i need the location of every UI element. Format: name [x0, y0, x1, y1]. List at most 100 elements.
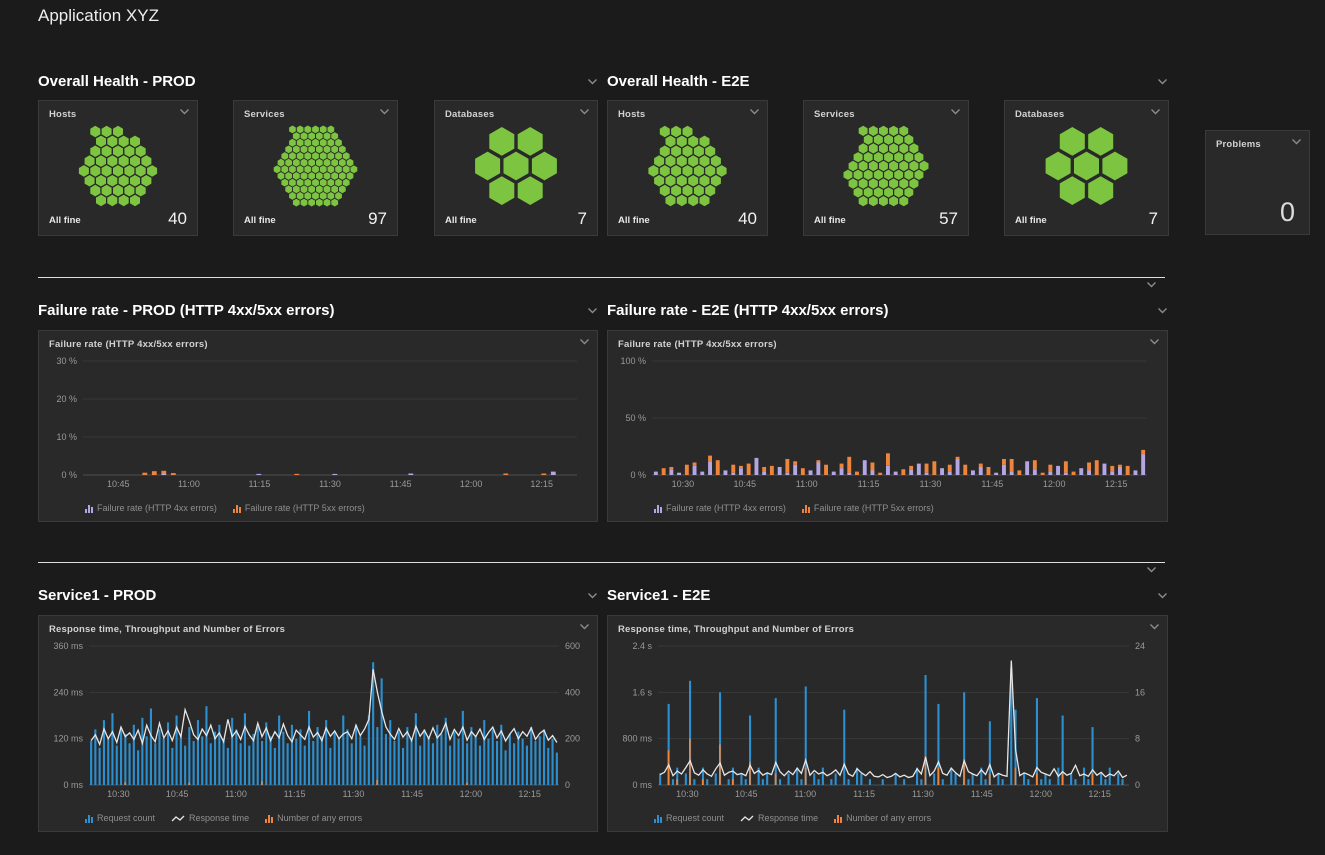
svg-text:12:15: 12:15: [530, 479, 553, 489]
honeycomb-chart[interactable]: [441, 125, 591, 207]
svg-text:12:00: 12:00: [1029, 789, 1052, 799]
tile-title: Failure rate (HTTP 4xx/5xx errors): [49, 339, 208, 350]
chevron-down-icon[interactable]: [1157, 307, 1168, 314]
failure-rate-prod-chart[interactable]: 0 %10 %20 %30 %10:4511:0011:1511:3011:45…: [43, 355, 593, 491]
section-header-overall-health-prod: Overall Health - PROD: [38, 71, 598, 91]
honeycomb-svg: [240, 125, 391, 207]
chart-legend: Failure rate (HTTP 4xx errors) Failure ra…: [85, 503, 365, 513]
section-header-service1-e2e: Service1 - E2E: [607, 585, 1168, 605]
honeycomb-chart[interactable]: [240, 125, 391, 207]
problems-count: 0: [1280, 197, 1295, 228]
service1-e2e-chart[interactable]: 0 ms800 ms1.6 s2.4 s08162410:3010:4511:0…: [612, 640, 1163, 801]
chevron-down-icon[interactable]: [950, 108, 961, 115]
svg-text:0 ms: 0 ms: [63, 780, 83, 790]
entity-count: 7: [578, 209, 587, 229]
section-title: Failure rate - E2E (HTTP 4xx/5xx errors): [607, 302, 889, 319]
svg-text:11:15: 11:15: [248, 479, 270, 489]
svg-text:10:30: 10:30: [672, 479, 695, 489]
svg-text:24: 24: [1135, 641, 1145, 651]
svg-text:11:45: 11:45: [971, 789, 993, 799]
legend-item[interactable]: Request count: [85, 813, 155, 823]
legend-item[interactable]: Failure rate (HTTP 5xx errors): [802, 503, 934, 513]
health-tile-services-prod[interactable]: Services All fine 97: [233, 100, 398, 236]
svg-text:12:15: 12:15: [518, 789, 541, 799]
chevron-down-icon[interactable]: [379, 108, 390, 115]
chart-tile-failure-prod[interactable]: Failure rate (HTTP 4xx/5xx errors) 0 % 10…: [38, 330, 598, 522]
chevron-down-icon[interactable]: [179, 108, 190, 115]
chart-tile-failure-e2e[interactable]: Failure rate (HTTP 4xx/5xx errors) 0 %50…: [607, 330, 1168, 522]
svg-text:360 ms: 360 ms: [53, 641, 83, 651]
chart-tile-service1-prod[interactable]: Response time, Throughput and Number of …: [38, 615, 598, 832]
legend-label: Request count: [97, 813, 155, 823]
chevron-down-icon[interactable]: [1291, 138, 1302, 145]
svg-text:0 %: 0 %: [630, 470, 646, 480]
svg-text:10:45: 10:45: [107, 479, 130, 489]
chart-canvas[interactable]: 0 %50 %100 %10:3010:4511:0011:1511:3011:…: [612, 355, 1163, 491]
chart-tile-service1-e2e[interactable]: Response time, Throughput and Number of …: [607, 615, 1168, 832]
health-tile-hosts-e2e[interactable]: Hosts All fine 40: [607, 100, 768, 236]
chevron-down-icon[interactable]: [1146, 566, 1157, 573]
status-text: All fine: [445, 215, 477, 226]
chevron-down-icon[interactable]: [579, 623, 590, 630]
chart-canvas[interactable]: 0 ms120 ms240 ms360 ms020040060010:3010:…: [43, 640, 593, 801]
chevron-down-icon[interactable]: [579, 338, 590, 345]
svg-text:0 %: 0 %: [61, 470, 77, 480]
legend-item[interactable]: Failure rate (HTTP 4xx errors): [85, 503, 217, 513]
entity-count: 7: [1149, 209, 1158, 229]
section-header-failure-prod: Failure rate - PROD (HTTP 4xx/5xx errors…: [38, 300, 598, 320]
svg-text:12:00: 12:00: [460, 479, 483, 489]
honeycomb-chart[interactable]: [45, 125, 191, 207]
chevron-down-icon[interactable]: [1149, 623, 1160, 630]
bar-series-1: [662, 450, 1145, 475]
legend-item[interactable]: Number of any errors: [834, 813, 931, 823]
chevron-down-icon[interactable]: [587, 592, 598, 599]
honeycomb-chart[interactable]: [810, 125, 962, 207]
chevron-down-icon[interactable]: [1157, 592, 1168, 599]
legend-item[interactable]: Request count: [654, 813, 724, 823]
problems-tile[interactable]: Problems 0: [1205, 130, 1310, 235]
chevron-down-icon[interactable]: [1149, 338, 1160, 345]
chart-legend: Request count Response time Number of any …: [654, 813, 931, 823]
chevron-down-icon[interactable]: [579, 108, 590, 115]
honeycomb-chart[interactable]: [1011, 125, 1162, 207]
dashboard: Application XYZ Overall Health - PROD Ov…: [0, 0, 1325, 855]
legend-item[interactable]: Response time: [740, 813, 818, 823]
svg-text:2.4 s: 2.4 s: [632, 641, 652, 651]
service1-prod-chart[interactable]: 0 ms120 ms240 ms360 ms020040060010:3010:…: [43, 640, 593, 801]
legend-item[interactable]: Failure rate (HTTP 5xx errors): [233, 503, 365, 513]
legend-item[interactable]: Response time: [171, 813, 249, 823]
legend-label: Response time: [189, 813, 249, 823]
section-header-failure-e2e: Failure rate - E2E (HTTP 4xx/5xx errors): [607, 300, 1168, 320]
line-icon: [171, 814, 185, 823]
chart-legend: Request count Response time Number of any …: [85, 813, 362, 823]
health-tile-hosts-prod[interactable]: Hosts All fine 40: [38, 100, 198, 236]
chevron-down-icon[interactable]: [587, 307, 598, 314]
svg-text:11:00: 11:00: [225, 789, 247, 799]
legend-label: Failure rate (HTTP 4xx errors): [97, 503, 217, 513]
tile-title: Response time, Throughput and Number of …: [49, 624, 285, 635]
tile-title: Services: [244, 109, 285, 120]
legend-item[interactable]: Number of any errors: [265, 813, 362, 823]
health-tile-databases-e2e[interactable]: Databases All fine 7: [1004, 100, 1169, 236]
section-title: Service1 - E2E: [607, 587, 710, 604]
chevron-down-icon[interactable]: [1157, 78, 1168, 85]
health-tile-databases-prod[interactable]: Databases All fine 7: [434, 100, 598, 236]
honeycomb-chart[interactable]: [614, 125, 761, 207]
tile-title: Problems: [1216, 139, 1261, 150]
chart-canvas[interactable]: 0 %10 %20 %30 %10:4511:0011:1511:3011:45…: [43, 355, 593, 491]
section-title: Service1 - PROD: [38, 587, 156, 604]
chart-canvas[interactable]: 0 ms800 ms1.6 s2.4 s08162410:3010:4511:0…: [612, 640, 1163, 801]
svg-text:8: 8: [1135, 734, 1140, 744]
chevron-down-icon[interactable]: [1146, 281, 1157, 288]
health-tile-services-e2e[interactable]: Services All fine 57: [803, 100, 969, 236]
svg-text:11:30: 11:30: [912, 789, 934, 799]
honeycomb-svg: [441, 125, 591, 207]
line-series: [91, 669, 557, 744]
failure-rate-e2e-chart[interactable]: 0 %50 %100 %10:3010:4511:0011:1511:3011:…: [612, 355, 1163, 491]
chevron-down-icon[interactable]: [1150, 108, 1161, 115]
chevron-down-icon[interactable]: [587, 78, 598, 85]
chevron-down-icon[interactable]: [749, 108, 760, 115]
legend-item[interactable]: Failure rate (HTTP 4xx errors): [654, 503, 786, 513]
bars-icon: [85, 504, 93, 513]
section-title: Overall Health - PROD: [38, 73, 196, 90]
